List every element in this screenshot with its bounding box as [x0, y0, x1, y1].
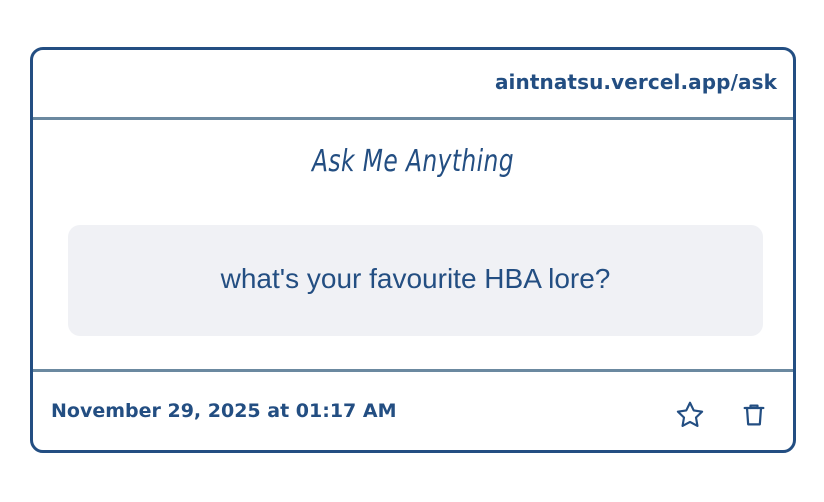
trash-icon	[743, 404, 765, 426]
site-url: aintnatsu.vercel.app/ask	[494, 70, 777, 94]
question-card: aintnatsu.vercel.app/ask Ask Me Anything…	[30, 47, 796, 453]
question-box: what's your favourite HBA lore?	[68, 225, 763, 336]
card-body: Ask Me Anything what's your favourite HB…	[33, 120, 793, 369]
delete-button[interactable]	[737, 398, 771, 432]
page-title: Ask Me Anything	[312, 144, 514, 179]
card-header: aintnatsu.vercel.app/ask	[33, 50, 793, 120]
timestamp: November 29, 2025 at 01:17 AM	[51, 400, 397, 422]
card-footer: November 29, 2025 at 01:17 AM	[33, 369, 793, 450]
question-text: what's your favourite HBA lore?	[220, 263, 611, 294]
favorite-button[interactable]	[673, 398, 707, 432]
star-icon	[676, 401, 704, 427]
